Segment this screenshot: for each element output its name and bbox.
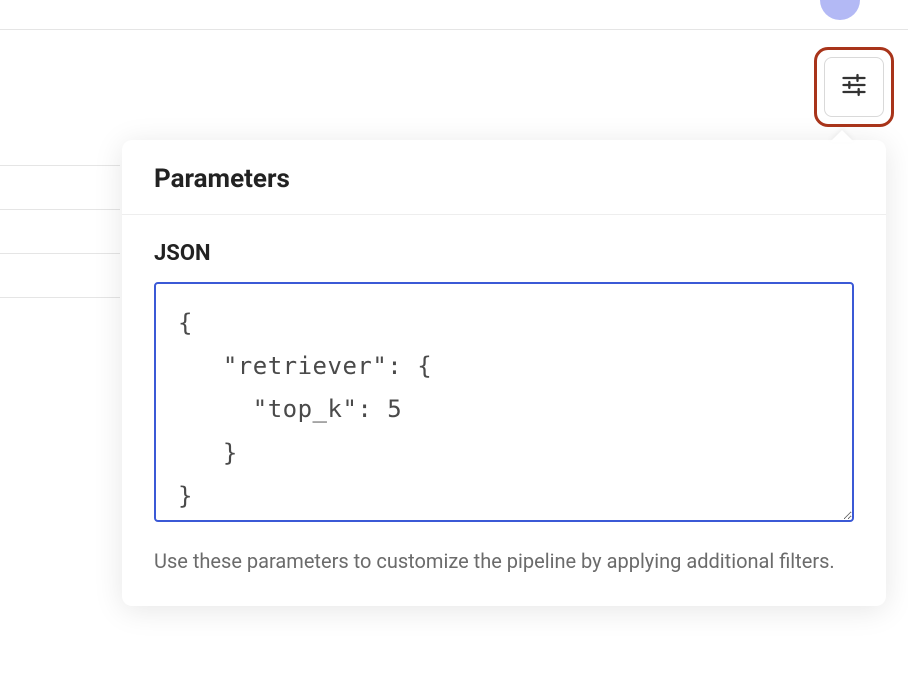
- left-panel: [0, 30, 120, 298]
- json-input[interactable]: { "retriever": { "top_k": 5 } }: [154, 282, 854, 522]
- popover-body: JSON { "retriever": { "top_k": 5 } } Use…: [122, 215, 886, 606]
- popover-title: Parameters: [122, 140, 886, 215]
- parameters-popover: Parameters JSON { "retriever": { "top_k"…: [122, 140, 886, 606]
- popover-arrow: [830, 130, 854, 142]
- sliders-icon: [840, 71, 868, 103]
- left-panel-divider: [0, 254, 120, 298]
- left-panel-divider: [0, 166, 120, 210]
- settings-button[interactable]: [824, 57, 884, 117]
- left-panel-divider: [0, 30, 120, 166]
- json-label: JSON: [154, 241, 854, 266]
- helper-text: Use these parameters to customize the pi…: [154, 544, 854, 578]
- left-panel-divider: [0, 210, 120, 254]
- avatar[interactable]: [820, 0, 860, 20]
- top-bar: [0, 0, 908, 30]
